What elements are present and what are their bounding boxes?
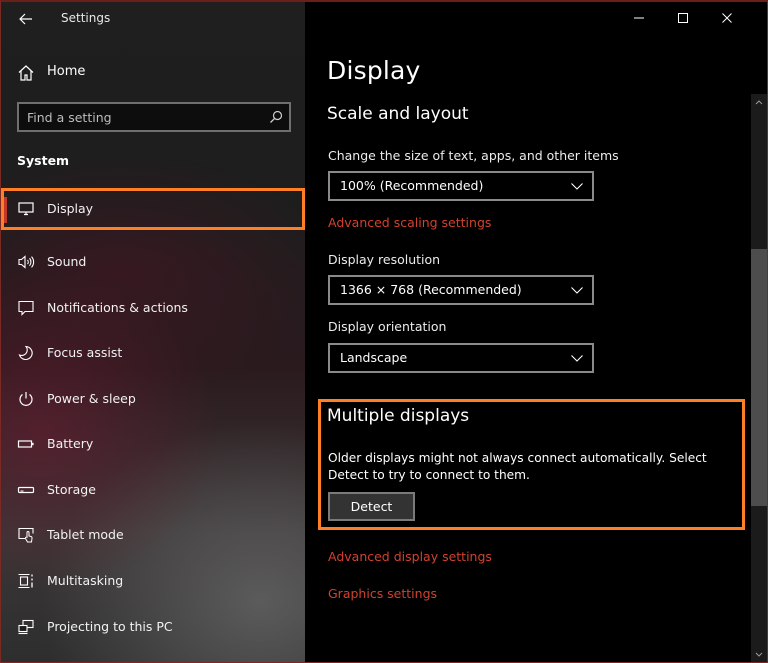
scroll-down-button[interactable] (751, 647, 767, 662)
speaker-icon (17, 253, 35, 271)
maximize-button[interactable] (663, 6, 703, 30)
title-bar: Settings (1, 2, 305, 36)
sidebar-item-label: Projecting to this PC (47, 619, 173, 634)
settings-window: Settings Home System Display (0, 0, 768, 663)
search-box[interactable] (17, 102, 291, 132)
sidebar-item-battery[interactable]: Battery (1, 423, 305, 465)
main-content: Display Scale and layout Change the size… (305, 2, 767, 662)
scroll-thumb[interactable] (751, 249, 767, 506)
advanced-display-settings-link[interactable]: Advanced display settings (328, 549, 492, 564)
multitasking-icon (17, 572, 35, 590)
orientation-label: Display orientation (328, 319, 447, 334)
sidebar-item-label: Tablet mode (47, 527, 124, 542)
resolution-dropdown[interactable]: 1366 × 768 (Recommended) (328, 275, 594, 305)
sidebar-item-label: Sound (47, 254, 87, 269)
sidebar-item-label: Display (47, 201, 94, 216)
scale-dropdown[interactable]: 100% (Recommended) (328, 171, 594, 201)
sidebar-item-power-sleep[interactable]: Power & sleep (1, 378, 305, 420)
chevron-down-icon (570, 352, 584, 364)
minimize-icon (633, 12, 645, 24)
search-icon[interactable] (269, 110, 283, 124)
advanced-scaling-link[interactable]: Advanced scaling settings (328, 215, 491, 230)
sidebar-item-label: Home (47, 64, 86, 79)
orientation-dropdown[interactable]: Landscape (328, 343, 594, 373)
sidebar-item-tablet-mode[interactable]: Tablet mode (1, 514, 305, 556)
sidebar-item-focus-assist[interactable]: Focus assist (1, 332, 305, 374)
resolution-dropdown-value: 1366 × 768 (Recommended) (340, 282, 522, 297)
resolution-label: Display resolution (328, 252, 441, 267)
sidebar-item-label: Multitasking (47, 573, 124, 588)
message-icon (17, 299, 35, 317)
close-icon (721, 12, 733, 24)
sidebar-item-label: Battery (47, 436, 94, 451)
multiple-displays-heading: Multiple displays (327, 406, 470, 426)
orientation-dropdown-value: Landscape (340, 350, 408, 365)
chevron-up-icon (755, 99, 763, 105)
sidebar-item-label: Storage (47, 482, 96, 497)
multiple-displays-description: Older displays might not always connect … (328, 451, 707, 482)
search-input[interactable] (27, 108, 257, 126)
sidebar-item-projecting[interactable]: Projecting to this PC (1, 606, 305, 648)
power-icon (17, 390, 35, 408)
projecting-icon (17, 618, 35, 636)
arrow-left-icon (19, 13, 33, 25)
sidebar-item-sound[interactable]: Sound (1, 241, 305, 283)
battery-icon (17, 435, 35, 453)
sidebar-item-label: Power & sleep (47, 391, 136, 406)
moon-icon (17, 344, 35, 362)
sidebar-item-storage[interactable]: Storage (1, 469, 305, 511)
sidebar-item-notifications[interactable]: Notifications & actions (1, 287, 305, 329)
scroll-up-button[interactable] (751, 94, 767, 110)
app-title: Settings (61, 11, 111, 25)
sidebar-item-label: Focus assist (47, 345, 123, 360)
monitor-icon (17, 200, 35, 218)
scale-layout-heading: Scale and layout (327, 104, 469, 124)
section-title: System (17, 153, 70, 168)
sidebar-item-label: Notifications & actions (47, 300, 188, 315)
back-button[interactable] (13, 7, 39, 31)
sidebar-item-multitasking[interactable]: Multitasking (1, 560, 305, 602)
graphics-settings-link[interactable]: Graphics settings (328, 586, 437, 601)
sidebar-item-home[interactable]: Home (1, 58, 305, 88)
scrollbar[interactable] (751, 94, 767, 662)
minimize-button[interactable] (619, 6, 659, 30)
chevron-down-icon (570, 180, 584, 192)
tablet-mode-icon (17, 526, 35, 544)
scale-dropdown-value: 100% (Recommended) (340, 178, 484, 193)
chevron-down-icon (570, 284, 584, 296)
home-icon (17, 64, 35, 82)
chevron-down-icon (755, 652, 763, 658)
size-label: Change the size of text, apps, and other… (328, 148, 619, 163)
sidebar: Settings Home System Display (1, 2, 305, 662)
window-controls (619, 2, 767, 34)
maximize-icon (677, 12, 689, 24)
close-button[interactable] (707, 6, 747, 30)
selection-indicator (4, 197, 7, 223)
detect-button[interactable]: Detect (328, 492, 415, 521)
page-title: Display (327, 56, 421, 85)
sidebar-item-display[interactable]: Display (1, 188, 305, 230)
storage-icon (17, 481, 35, 499)
